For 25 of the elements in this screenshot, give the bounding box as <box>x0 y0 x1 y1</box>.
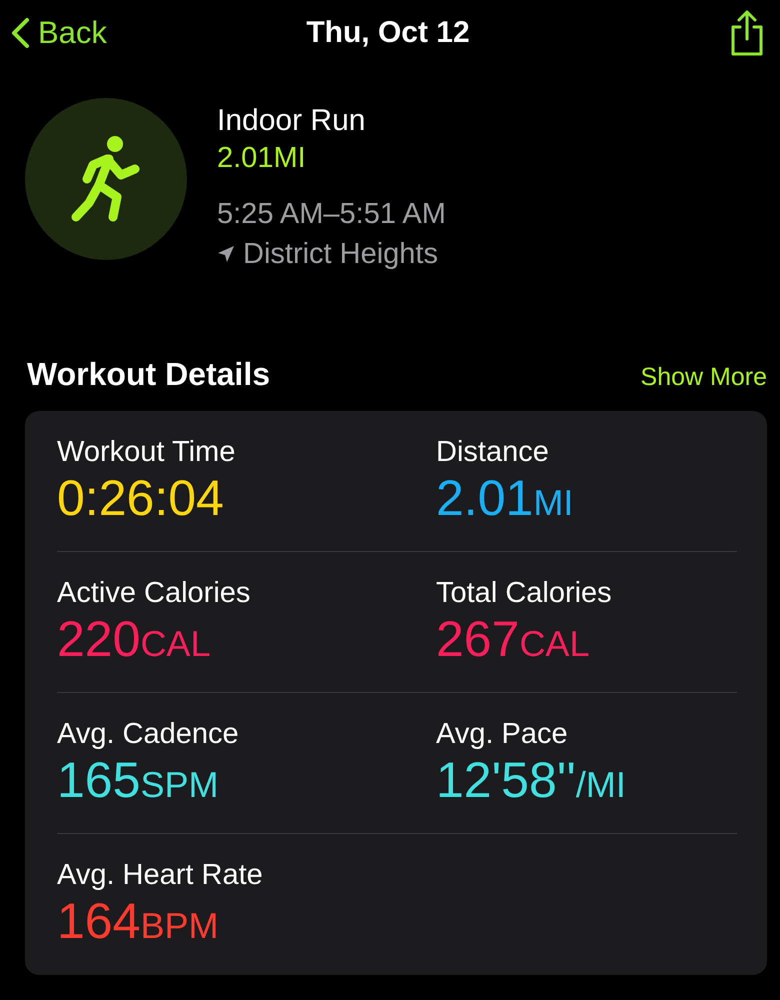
metric-label: Workout Time <box>57 435 236 469</box>
metric-label: Distance <box>436 435 550 469</box>
show-more-link[interactable]: Show More <box>640 363 767 392</box>
metric-value: 164BPM <box>57 892 220 951</box>
workout-distance: 2.01MI <box>217 141 307 176</box>
metric-value: 267CAL <box>436 610 590 669</box>
running-figure-icon <box>71 135 141 223</box>
metric-value: 165SPM <box>57 751 220 810</box>
metric-label: Avg. Cadence <box>57 717 240 751</box>
metric-label: Total Calories <box>436 576 613 610</box>
location: District Heights <box>243 237 438 272</box>
section-title: Workout Details <box>27 356 270 393</box>
metric-value: 220CAL <box>57 610 212 669</box>
metric-value: 2.01MI <box>436 469 574 528</box>
metric-label: Active Calories <box>57 576 252 610</box>
metric-value: 0:26:04 <box>57 469 225 527</box>
nav-title: Thu, Oct 12 <box>306 16 470 50</box>
location-arrow-icon <box>217 245 235 263</box>
workout-name: Indoor Run <box>217 103 366 139</box>
metric-value: 12'58''/MI <box>436 751 627 810</box>
chevron-left-icon <box>10 17 30 49</box>
time-range: 5:25 AM–5:51 AM <box>217 197 446 232</box>
metric-label: Avg. Pace <box>436 717 569 751</box>
metric-label: Avg. Heart Rate <box>57 858 264 892</box>
back-button[interactable]: Back <box>10 15 107 51</box>
